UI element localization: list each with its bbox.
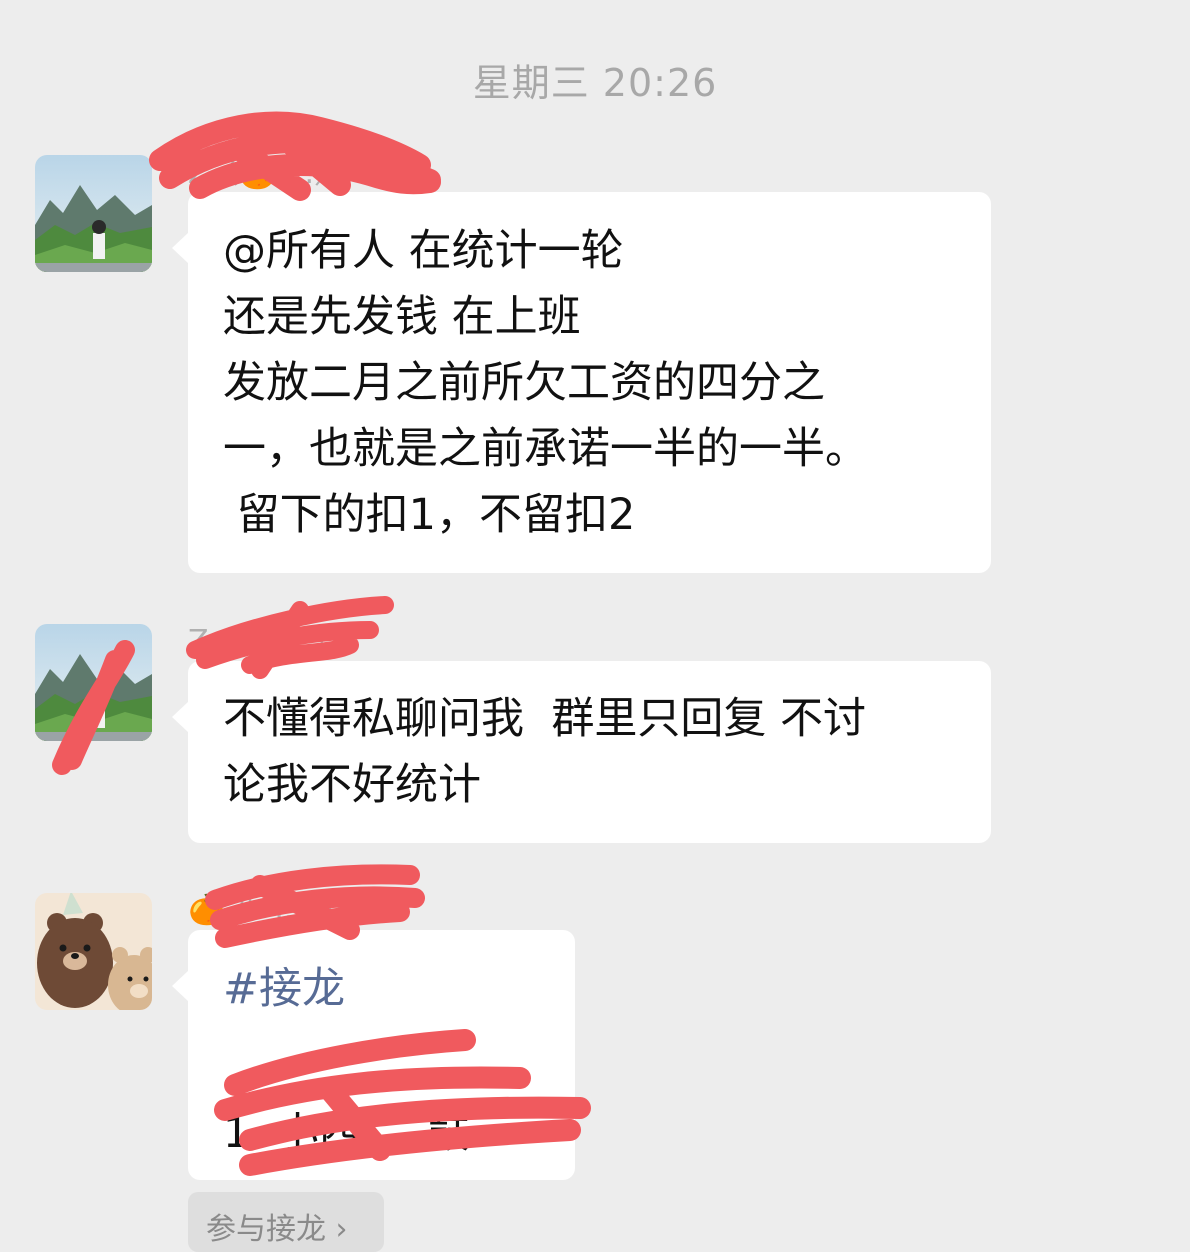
avatar[interactable] — [35, 155, 152, 272]
message-text-line: 不懂得私聊问我 群里只回复 不讨 — [223, 694, 867, 744]
join-solitaire-button[interactable]: 参与接龙 › — [188, 1192, 384, 1252]
message-text-line: @所有人 在统计一轮 — [223, 226, 624, 276]
sender-name: Z（🍊 ...） — [188, 156, 345, 191]
avatar[interactable] — [35, 893, 152, 1010]
message-text-line: 还是先发钱 在上班 — [223, 292, 581, 342]
bear-avatar-icon — [35, 893, 152, 1010]
sender-name: 🍊 小 ... 鼓 — [188, 892, 343, 927]
sender-name: Z（🍊 ...） — [188, 624, 345, 659]
message-text-line: 论我不好统计 — [223, 760, 481, 810]
avatar-mountain-photo — [35, 624, 152, 741]
message-bubble[interactable]: @所有人 在统计一轮 还是先发钱 在上班 发放二月之前所欠工资的四分之 一，也就… — [172, 192, 991, 573]
solitaire-message-bubble[interactable]: #接龙 1. 小西 ... 鼓 — [172, 930, 575, 1180]
hashtag-link[interactable]: #接龙 — [223, 956, 575, 1022]
redaction-scribbles — [52, 111, 591, 1176]
solitaire-list-item: 1. 小西 ... 鼓 — [223, 1108, 470, 1157]
message-text-line: 一，也就是之前承诺一半的一半。 — [223, 424, 868, 474]
avatar-mountain-photo — [35, 155, 152, 272]
avatar[interactable] — [35, 624, 152, 741]
message-text-line: 留下的扣1，不留扣2 — [223, 490, 636, 540]
message-bubble[interactable]: 不懂得私聊问我 群里只回复 不讨 论我不好统计 — [172, 661, 991, 843]
message-timestamp: 星期三 20:26 — [472, 61, 718, 105]
message-text-line: 发放二月之前所欠工资的四分之 — [223, 358, 825, 408]
